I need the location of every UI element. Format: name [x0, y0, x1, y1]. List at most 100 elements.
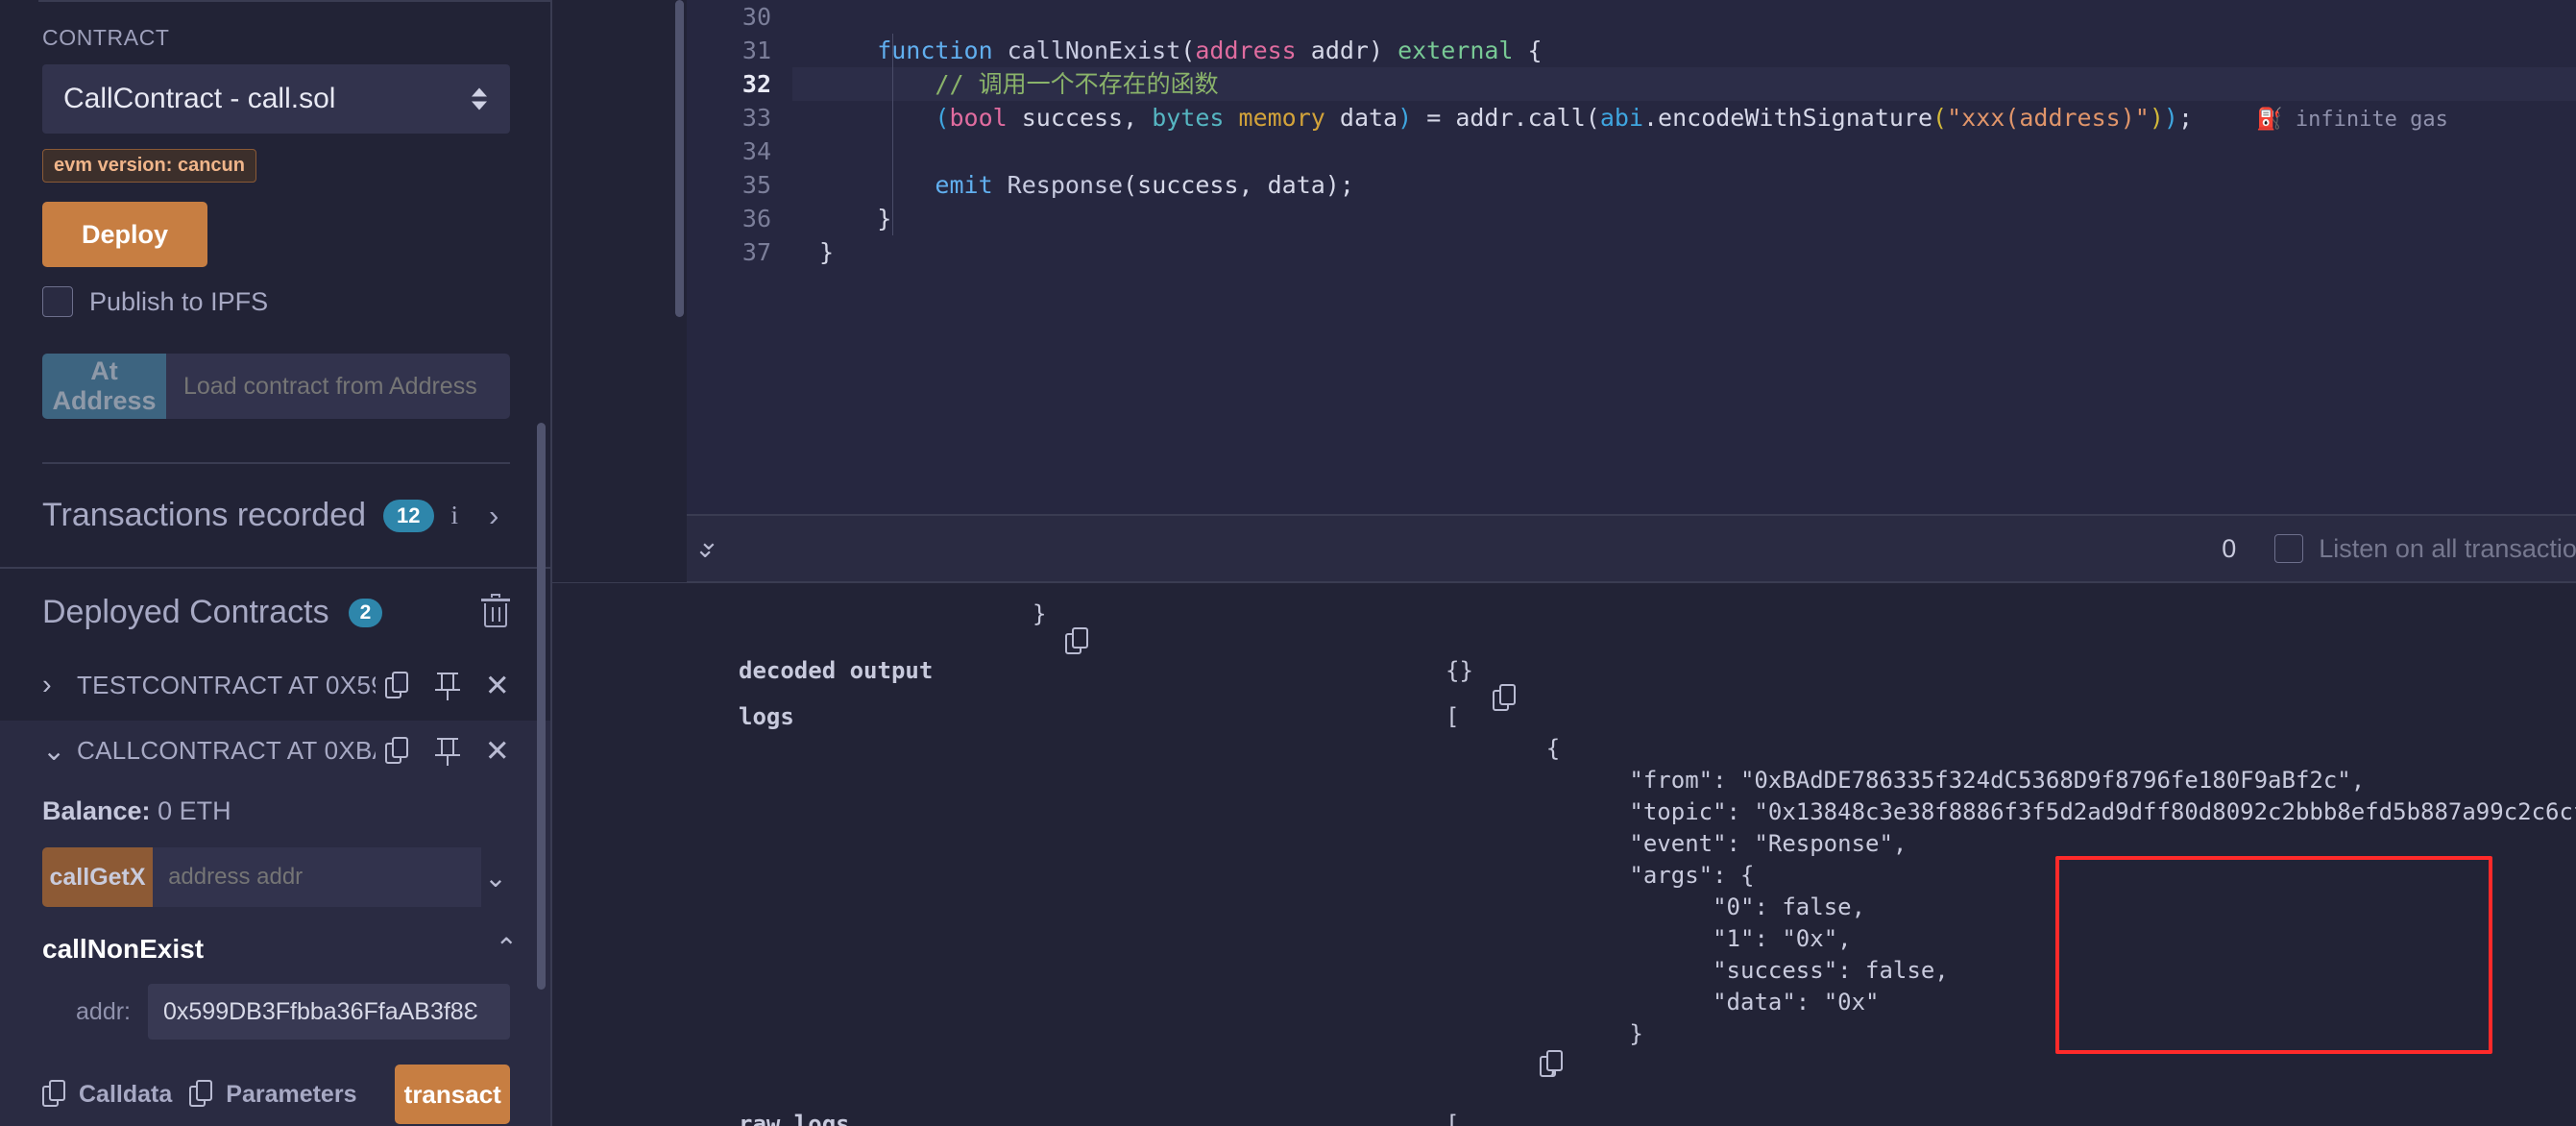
deployed-contract-actions: ✕	[384, 671, 510, 700]
terminal-body[interactable]: } decoded output {} logs [ { "from": "0x…	[552, 583, 2576, 1126]
parameters-label: Parameters	[226, 1080, 357, 1108]
callgetx-addr-input[interactable]	[153, 847, 482, 907]
log-line: "topic": "0x13848c3e38f8886f3f5d2ad9dff8…	[1629, 798, 2576, 825]
code-line-33: (bool success, bytes memory data) = addr…	[792, 101, 2576, 135]
chevron-down-icon[interactable]: ⌄	[42, 734, 77, 768]
chevron-right-icon[interactable]: ›	[489, 499, 498, 533]
publish-ipfs-label: Publish to IPFS	[89, 286, 269, 316]
punct: ;	[2177, 104, 2193, 132]
line-number: 31	[741, 37, 771, 64]
publish-ipfs-row[interactable]: Publish to IPFS	[42, 286, 510, 317]
sidebar-scrollbar[interactable]	[537, 423, 546, 990]
callnonexist-addr-input[interactable]	[148, 984, 510, 1040]
log-line: "event": "Response",	[1463, 830, 1908, 857]
close-icon[interactable]: ✕	[485, 736, 510, 766]
deployed-contract-row-callcontract[interactable]: ⌄ CALLCONTRACT AT 0XBAI ✕	[0, 721, 552, 781]
kw-memory: memory	[1238, 104, 1325, 132]
editor-code-area[interactable]: function callNonExist(address addr) exte…	[792, 0, 2576, 516]
log-line: }	[1463, 1020, 1643, 1047]
info-icon[interactable]: i	[451, 501, 459, 530]
log-line: "success": false,	[1463, 957, 1949, 984]
chevron-right-icon[interactable]: ›	[42, 670, 77, 701]
trash-icon[interactable]	[481, 593, 510, 629]
line-number: 36	[741, 205, 771, 233]
type-address: address	[1195, 37, 1297, 64]
code-line-36: }	[792, 202, 2576, 235]
callnonexist-section: callNonExist ⌃	[0, 907, 552, 965]
addr-label: addr:	[76, 997, 131, 1025]
chevron-down-icon[interactable]: ⌄	[481, 862, 510, 893]
gas-estimate-hint: ⛽ infinite gas	[2193, 108, 2448, 132]
calldata-label: Calldata	[79, 1080, 173, 1108]
code-line-37: }	[792, 235, 2576, 269]
deployed-contract-row-testcontract[interactable]: › TESTCONTRACT AT 0X599. ✕	[0, 656, 552, 715]
transact-button[interactable]: transact	[395, 1065, 510, 1124]
publish-ipfs-checkbox[interactable]	[42, 286, 73, 317]
callgetx-function-row: callGetX ⌄	[42, 847, 510, 907]
copy-icon[interactable]	[384, 736, 410, 766]
editor-left-gap	[552, 0, 687, 516]
brace: }	[819, 238, 835, 266]
raw-logs-label: raw logs	[739, 1111, 850, 1126]
raw-logs-open-bracket: [	[1446, 1111, 1460, 1126]
balance-value: 0 ETH	[158, 796, 231, 825]
code-line-31: function callNonExist(address addr) exte…	[792, 34, 2576, 67]
row-value: {}	[1033, 655, 2576, 711]
deployed-contract-name: CALLCONTRACT AT 0XBAI	[77, 736, 376, 765]
terminal-left-gap	[552, 583, 687, 1126]
fn-name: callNonExist	[1007, 37, 1181, 64]
deploy-run-sidebar: CONTRACT CallContract - call.sol evm ver…	[0, 0, 552, 1126]
deploy-button[interactable]: Deploy	[42, 202, 207, 267]
deployed-contract-actions: ✕	[384, 736, 510, 766]
terminal-row-decoded-output: decoded output {}	[687, 655, 2576, 711]
copy-calldata-button[interactable]: Calldata	[42, 1080, 172, 1109]
transactions-recorded-row[interactable]: Transactions recorded 12 i ›	[0, 464, 552, 567]
callgetx-button[interactable]: callGetX	[42, 847, 154, 907]
terminal-content: } decoded output {} logs [ { "from": "0x…	[687, 583, 2576, 1126]
param: addr)	[1296, 37, 1398, 64]
at-address-input[interactable]	[166, 354, 510, 419]
at-address-button[interactable]: At Address	[42, 354, 166, 419]
callnonexist-addr-row: addr:	[42, 984, 510, 1040]
member-encodewithsignature: .encodeWithSignature	[1643, 104, 1933, 132]
terminal-header-left-gap	[552, 515, 687, 582]
logs-open-bracket: [	[1446, 703, 1460, 730]
copy-icon	[189, 1080, 214, 1109]
editor-scrollbar[interactable]	[675, 0, 684, 317]
row-label	[687, 599, 1033, 630]
line-number: 33	[741, 104, 771, 132]
copy-icon[interactable]	[384, 671, 410, 700]
close-icon[interactable]: ✕	[485, 671, 510, 700]
code-editor: 30 31 32 33 34 35 36 37 function callNon…	[552, 0, 2576, 516]
evm-version-badge: evm version: cancun	[42, 149, 256, 183]
line-number: 30	[741, 3, 771, 31]
log-line: "data": "0x"	[1463, 989, 1880, 1016]
punct: )	[2149, 104, 2164, 132]
var-data: data	[1324, 104, 1398, 132]
log-line: "1": "0x",	[1463, 925, 1852, 952]
call-expr: = addr.call(	[1412, 104, 1600, 132]
punct: (	[1932, 104, 1948, 132]
decoded-output-label: decoded output	[739, 657, 934, 684]
at-address-row: At Address	[42, 354, 510, 419]
line-number: 32	[741, 70, 771, 98]
punct: )	[1397, 104, 1413, 132]
brace: {	[1513, 37, 1543, 64]
type-bool: bool	[949, 104, 1008, 132]
kw-external: external	[1397, 37, 1514, 64]
listen-all-transactions-checkbox[interactable]	[2274, 534, 2304, 563]
pin-icon[interactable]	[434, 672, 460, 700]
contract-select[interactable]: CallContract - call.sol	[42, 64, 510, 134]
logs-close-copy-row	[687, 1050, 2576, 1082]
pin-icon[interactable]	[434, 737, 460, 766]
callcontract-panel: ⌄ CALLCONTRACT AT 0XBAI ✕ Balance: 0 ETH…	[0, 721, 552, 1126]
contract-select-spinner-icon[interactable]	[472, 87, 487, 110]
type-bytes: bytes	[1152, 104, 1225, 132]
double-chevron-down-icon[interactable]: ⌄ ⌄	[687, 526, 744, 564]
chevron-up-icon[interactable]: ⌃	[496, 932, 518, 964]
comment: // 调用一个不存在的函数	[819, 70, 1219, 98]
copy-parameters-button[interactable]: Parameters	[189, 1080, 356, 1109]
deployed-contracts-header: Deployed Contracts 2	[0, 569, 552, 656]
